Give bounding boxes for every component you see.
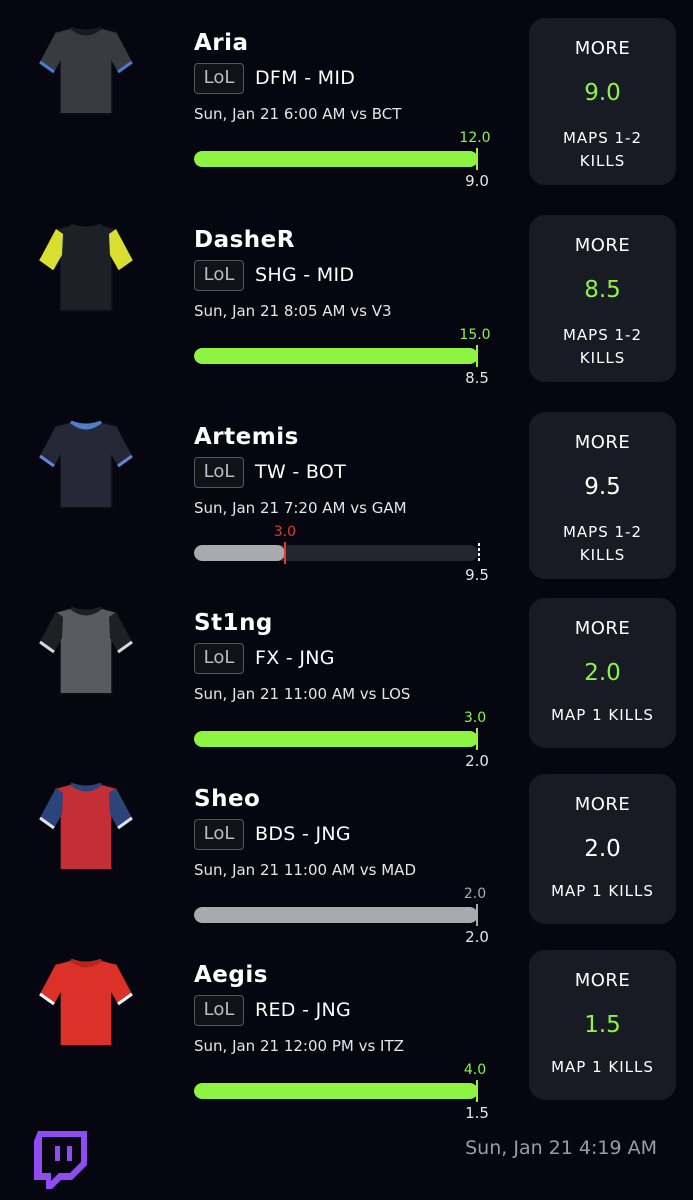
stat-type-label: MAP 1 KILLS bbox=[551, 1058, 654, 1076]
pick-line-value: 1.5 bbox=[584, 1012, 621, 1038]
player-row[interactable]: Aria LoL DFM - MID Sun, Jan 21 6:00 AM vs B… bbox=[0, 18, 693, 190]
stat-type-label: KILLS bbox=[579, 546, 626, 564]
jersey-icon bbox=[36, 776, 136, 876]
actual-marker bbox=[476, 1080, 478, 1102]
line-value: 8.5 bbox=[465, 369, 489, 387]
more-pick-card[interactable]: MORE 1.5 MAP 1 KILLS bbox=[529, 950, 676, 1100]
player-name: DasheR bbox=[194, 227, 295, 253]
game-badge: LoL bbox=[194, 260, 244, 291]
stat-type-label: MAPS 1-2 bbox=[562, 523, 643, 541]
more-label: MORE bbox=[574, 235, 631, 256]
line-end-tick bbox=[478, 543, 480, 563]
game-badge: LoL bbox=[194, 995, 244, 1026]
team-position: RED - JNG bbox=[255, 999, 352, 1021]
match-info: Sun, Jan 21 11:00 AM vs MAD bbox=[194, 861, 416, 879]
pick-line-value: 2.0 bbox=[584, 836, 621, 862]
more-label: MORE bbox=[574, 794, 631, 815]
pick-line-value: 2.0 bbox=[584, 660, 621, 686]
more-label: MORE bbox=[574, 38, 631, 59]
stat-progress-bar bbox=[194, 151, 478, 167]
stat-type-label: KILLS bbox=[579, 349, 626, 367]
team-position: FX - JNG bbox=[255, 647, 335, 669]
stat-type-label: MAPS 1-2 bbox=[562, 326, 643, 344]
actual-value: 12.0 bbox=[459, 130, 491, 146]
stat-progress-bar bbox=[194, 348, 478, 364]
stat-progress-fill bbox=[194, 348, 478, 364]
stat-type-label: MAP 1 KILLS bbox=[551, 882, 654, 900]
game-badge: LoL bbox=[194, 819, 244, 850]
player-row[interactable]: Aegis LoL RED - JNG Sun, Jan 21 12:00 PM vs… bbox=[0, 950, 693, 1122]
stat-progress-fill bbox=[194, 151, 478, 167]
actual-value: 3.0 bbox=[463, 710, 487, 726]
twitch-icon bbox=[34, 1131, 87, 1189]
jersey-icon bbox=[36, 600, 136, 700]
more-pick-card[interactable]: MORE 8.5 MAPS 1-2 KILLS bbox=[529, 215, 676, 382]
stat-progress-fill bbox=[194, 907, 478, 923]
stat-type-label: KILLS bbox=[579, 152, 626, 170]
line-value: 2.0 bbox=[465, 928, 489, 946]
more-label: MORE bbox=[574, 970, 631, 991]
player-row[interactable]: St1ng LoL FX - JNG Sun, Jan 21 11:00 AM vs … bbox=[0, 598, 693, 770]
stat-progress-bar bbox=[194, 545, 478, 561]
actual-value: 15.0 bbox=[459, 327, 491, 343]
stat-type-label: MAP 1 KILLS bbox=[551, 706, 654, 724]
jersey-icon bbox=[36, 952, 136, 1052]
match-info: Sun, Jan 21 12:00 PM vs ITZ bbox=[194, 1037, 404, 1055]
team-position: TW - BOT bbox=[255, 461, 346, 483]
actual-value: 3.0 bbox=[273, 524, 297, 540]
match-info: Sun, Jan 21 7:20 AM vs GAM bbox=[194, 499, 407, 517]
player-name: Artemis bbox=[194, 424, 299, 450]
more-pick-card[interactable]: MORE 9.0 MAPS 1-2 KILLS bbox=[529, 18, 676, 185]
stat-progress-fill bbox=[194, 545, 285, 561]
team-position: BDS - JNG bbox=[255, 823, 351, 845]
game-badge: LoL bbox=[194, 643, 244, 674]
match-info: Sun, Jan 21 11:00 AM vs LOS bbox=[194, 685, 411, 703]
stat-progress-bar bbox=[194, 731, 478, 747]
player-name: St1ng bbox=[194, 610, 273, 636]
team-position: DFM - MID bbox=[255, 67, 356, 89]
game-badge: LoL bbox=[194, 63, 244, 94]
player-name: Aria bbox=[194, 30, 249, 56]
player-row[interactable]: DasheR LoL SHG - MID Sun, Jan 21 8:05 AM vs… bbox=[0, 215, 693, 387]
jersey-icon bbox=[36, 20, 136, 120]
stat-progress-fill bbox=[194, 731, 478, 747]
player-name: Aegis bbox=[194, 962, 268, 988]
stat-type-label: MAPS 1-2 bbox=[562, 129, 643, 147]
match-info: Sun, Jan 21 6:00 AM vs BCT bbox=[194, 105, 402, 123]
match-info: Sun, Jan 21 8:05 AM vs V3 bbox=[194, 302, 392, 320]
line-value: 9.0 bbox=[465, 172, 489, 190]
more-pick-card[interactable]: MORE 2.0 MAP 1 KILLS bbox=[529, 598, 676, 748]
line-value: 2.0 bbox=[465, 752, 489, 770]
more-pick-card[interactable]: MORE 9.5 MAPS 1-2 KILLS bbox=[529, 412, 676, 579]
pick-line-value: 8.5 bbox=[584, 277, 621, 303]
jersey-icon bbox=[36, 217, 136, 317]
stat-progress-fill bbox=[194, 1083, 478, 1099]
actual-marker bbox=[476, 728, 478, 750]
actual-marker bbox=[476, 148, 478, 170]
player-row[interactable]: Artemis LoL TW - BOT Sun, Jan 21 7:20 AM vs… bbox=[0, 412, 693, 584]
stat-progress-bar bbox=[194, 1083, 478, 1099]
actual-value: 2.0 bbox=[463, 886, 487, 902]
pick-line-value: 9.0 bbox=[584, 80, 621, 106]
line-value: 1.5 bbox=[465, 1104, 489, 1122]
actual-marker bbox=[476, 345, 478, 367]
player-name: Sheo bbox=[194, 786, 261, 812]
player-row[interactable]: Sheo LoL BDS - JNG Sun, Jan 21 11:00 AM vs … bbox=[0, 774, 693, 946]
more-pick-card[interactable]: MORE 2.0 MAP 1 KILLS bbox=[529, 774, 676, 924]
actual-marker bbox=[283, 542, 286, 564]
stat-progress-bar bbox=[194, 907, 478, 923]
screenshot-timestamp: Sun, Jan 21 4:19 AM bbox=[465, 1137, 657, 1159]
pick-line-value: 9.5 bbox=[584, 474, 621, 500]
more-label: MORE bbox=[574, 432, 631, 453]
line-value: 9.5 bbox=[465, 566, 489, 584]
team-position: SHG - MID bbox=[255, 264, 355, 286]
jersey-icon bbox=[36, 414, 136, 514]
actual-marker bbox=[476, 904, 478, 926]
more-label: MORE bbox=[574, 618, 631, 639]
actual-value: 4.0 bbox=[463, 1062, 487, 1078]
game-badge: LoL bbox=[194, 457, 244, 488]
